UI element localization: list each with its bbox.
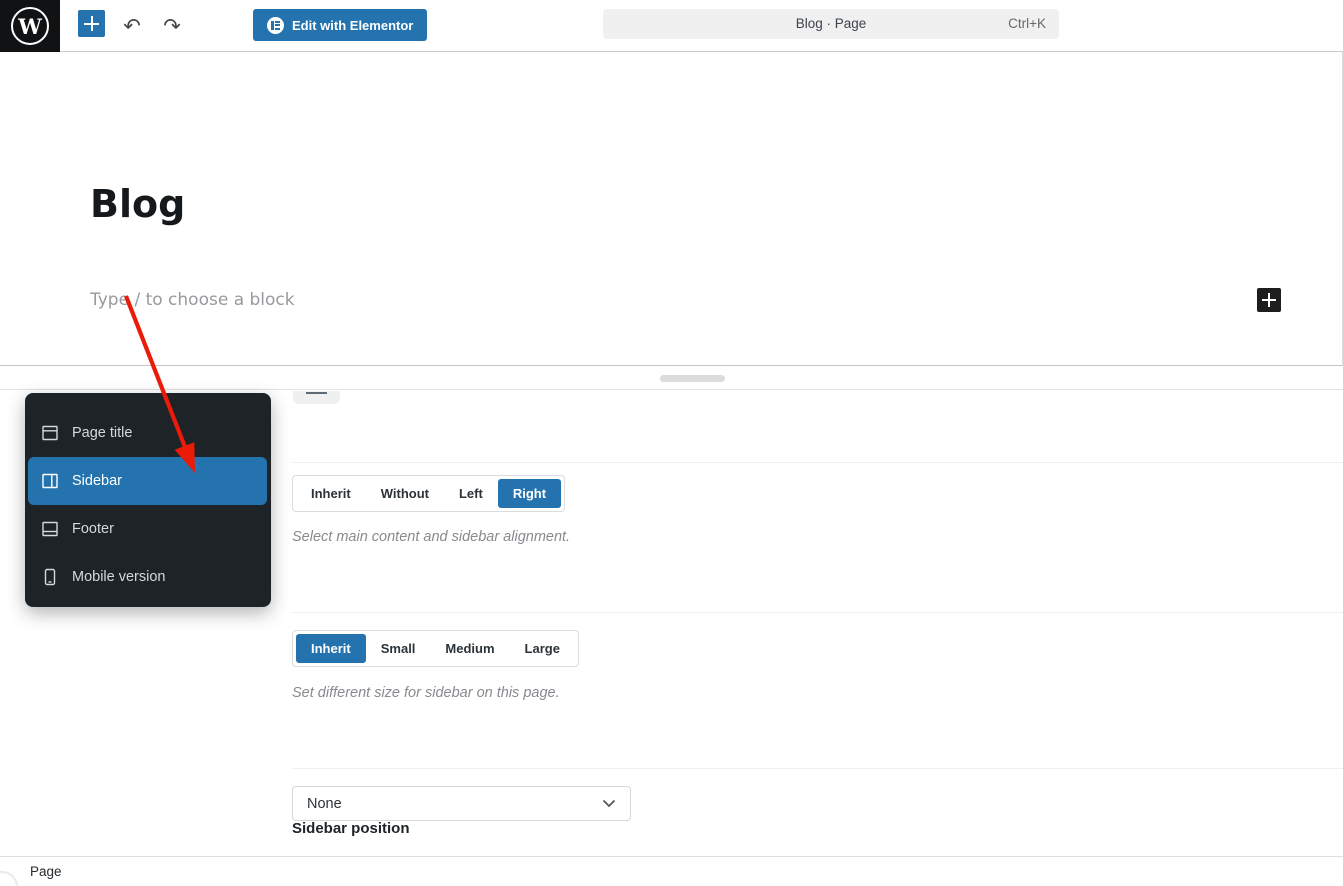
editor-canvas: Blog Type / to choose a block <box>0 52 1343 366</box>
add-block-button[interactable] <box>1257 288 1281 312</box>
panel-item-label: Mobile version <box>72 569 166 585</box>
edit-with-elementor-button[interactable]: Edit with Elementor <box>253 9 427 41</box>
sidebar-position-right-button[interactable]: Right <box>498 479 561 508</box>
sidebar-position-heading: Sidebar position <box>292 820 410 837</box>
sidebar-size-medium-button[interactable]: Medium <box>430 634 509 663</box>
mobile-icon <box>41 568 59 586</box>
section-separator <box>292 768 1343 769</box>
panel-item-label: Page title <box>72 425 132 441</box>
post-title-field[interactable]: Blog <box>90 182 185 226</box>
metabox-resize-handle[interactable] <box>660 375 725 382</box>
command-shortcut-hint: Ctrl+K <box>1008 9 1046 39</box>
page-options-panel: Page title Sidebar Footer Mobile version <box>25 393 271 607</box>
sidebar-size-inherit-button[interactable]: Inherit <box>296 634 366 663</box>
panel-item-page-title[interactable]: Page title <box>28 409 267 457</box>
panel-item-mobile-version[interactable]: Mobile version <box>28 553 267 601</box>
undo-icon: ↶ <box>123 14 141 38</box>
wordpress-editor-window: W ↶ ↷ Edit with Elementor Blog · Page Ct… <box>0 0 1343 886</box>
sidebar-size-control: Inherit Small Medium Large <box>292 630 579 667</box>
panel-item-sidebar[interactable]: Sidebar <box>28 457 267 505</box>
custom-sidebar-select[interactable]: None <box>292 786 631 821</box>
redo-button[interactable]: ↷ <box>158 11 186 41</box>
footer-icon <box>41 520 59 538</box>
edit-with-elementor-label: Edit with Elementor <box>292 18 413 33</box>
panel-item-footer[interactable]: Footer <box>28 505 267 553</box>
block-inserter-button[interactable] <box>78 10 105 37</box>
sidebar-position-control: Inherit Without Left Right <box>292 475 565 512</box>
sidebar-position-without-button[interactable]: Without <box>366 479 444 508</box>
chevron-down-icon <box>602 799 616 808</box>
sidebar-size-help: Set different size for sidebar on this p… <box>292 685 560 701</box>
panel-item-label: Sidebar <box>72 473 122 489</box>
metabox-resize-strip <box>0 367 1343 390</box>
editor-top-bar: W ↶ ↷ Edit with Elementor Blog · Page Ct… <box>0 0 1343 52</box>
sidebar-position-left-button[interactable]: Left <box>444 479 498 508</box>
sidebar-size-large-button[interactable]: Large <box>510 634 575 663</box>
panel-item-label: Footer <box>72 521 114 537</box>
sidebar-position-inherit-button[interactable]: Inherit <box>296 479 366 508</box>
section-separator <box>292 462 1343 463</box>
corner-arc-decoration <box>0 871 18 886</box>
command-palette-bar[interactable]: Blog · Page Ctrl+K <box>603 9 1059 39</box>
page-title-icon <box>41 424 59 442</box>
sidebar-size-small-button[interactable]: Small <box>366 634 431 663</box>
wordpress-logo-button[interactable]: W <box>0 0 60 52</box>
block-appender-placeholder[interactable]: Type / to choose a block <box>90 290 295 310</box>
document-breadcrumb: Blog · Page <box>603 9 1059 39</box>
editor-footer-bar: Page <box>0 856 1343 886</box>
elementor-icon <box>267 17 284 34</box>
undo-button[interactable]: ↶ <box>118 11 146 41</box>
sidebar-icon <box>41 472 59 490</box>
section-separator <box>292 612 1343 613</box>
custom-sidebar-selected-value: None <box>307 796 602 812</box>
redo-icon: ↷ <box>163 14 181 38</box>
metabox-handle-button[interactable] <box>293 391 340 404</box>
footer-breadcrumb-page[interactable]: Page <box>30 857 62 886</box>
wordpress-logo-icon: W <box>11 7 49 45</box>
sidebar-position-help: Select main content and sidebar alignmen… <box>292 529 570 545</box>
